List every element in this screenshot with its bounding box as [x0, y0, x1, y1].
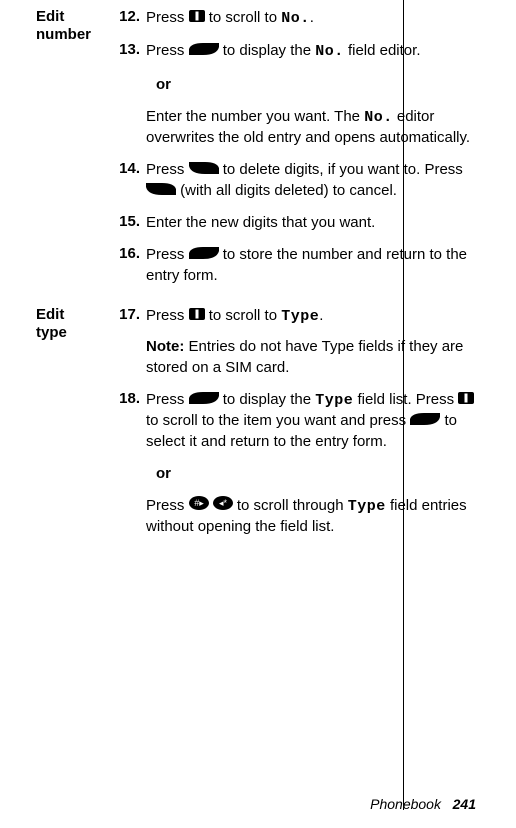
star-key-icon: ◂* — [213, 496, 233, 516]
svg-text:◂*: ◂* — [219, 498, 228, 508]
section-edit-number: Edit number 12. Press to scroll to No.. … — [36, 8, 476, 298]
scroll-key-icon — [189, 306, 205, 326]
step-number: 17. — [116, 306, 146, 378]
footer-page-number: 241 — [453, 796, 476, 812]
page-footer: Phonebook 241 — [370, 796, 476, 812]
right-softkey-icon — [189, 245, 219, 265]
step-number: 15. — [116, 213, 146, 233]
text: Press — [146, 9, 189, 26]
text: to display the — [223, 391, 316, 408]
text: . — [319, 307, 323, 324]
text: to scroll to — [209, 307, 282, 324]
step-number: 14. — [116, 160, 146, 201]
step-14: 14. Press to delete digits, if you want … — [116, 160, 476, 201]
field-name: No. — [281, 10, 310, 27]
step-body: Press to delete digits, if you want to. … — [146, 160, 476, 201]
heading-line2: number — [36, 26, 91, 43]
step-13: 13. Press to display the No. field edito… — [116, 41, 476, 148]
hash-key-icon: #▸ — [189, 496, 209, 516]
text: field editor. — [348, 42, 421, 59]
or-label: or — [156, 75, 476, 95]
heading-line2: type — [36, 324, 67, 341]
scroll-key-icon — [189, 8, 205, 28]
step-number: 13. — [116, 41, 146, 148]
text: to scroll through — [237, 497, 348, 514]
step-body: Press to scroll to No.. — [146, 8, 476, 29]
field-name: No. — [315, 43, 344, 60]
text: Press — [146, 42, 189, 59]
or-label: or — [156, 464, 476, 484]
text: Press — [146, 497, 189, 514]
step-number: 18. — [116, 390, 146, 538]
step-number: 16. — [116, 245, 146, 286]
text: Enter the number you want. The — [146, 108, 364, 125]
right-softkey-icon — [410, 411, 440, 431]
field-name: Type — [348, 498, 386, 515]
text: to scroll to — [209, 9, 282, 26]
text: to delete digits, if you want to. Press — [223, 162, 463, 179]
step-16: 16. Press to store the number and return… — [116, 245, 476, 286]
page: Edit number 12. Press to scroll to No.. … — [0, 0, 516, 828]
vertical-rule — [403, 0, 404, 810]
step-body: Press to display the Type field list. Pr… — [146, 390, 476, 538]
text: Press — [146, 391, 189, 408]
field-name: Type — [281, 308, 319, 325]
text: (with all digits deleted) to cancel. — [180, 182, 397, 199]
svg-text:#▸: #▸ — [194, 498, 204, 508]
note-label: Note: — [146, 338, 184, 355]
heading-line1: Edit — [36, 8, 64, 25]
side-heading-edit-number: Edit number — [36, 8, 116, 298]
footer-section: Phonebook — [370, 796, 441, 812]
text: field list. Press — [357, 391, 458, 408]
text: Press — [146, 246, 189, 263]
step-17: 17. Press to scroll to Type. Note: Entri… — [116, 306, 476, 378]
left-softkey-icon — [146, 181, 176, 201]
step-12: 12. Press to scroll to No.. — [116, 8, 476, 29]
field-name: Type — [315, 392, 353, 409]
text: . — [310, 9, 314, 26]
steps-edit-number: 12. Press to scroll to No.. 13. Press to… — [116, 8, 476, 298]
right-softkey-icon — [189, 41, 219, 61]
text: Enter the new digits that you want. — [146, 214, 375, 231]
field-name: No. — [364, 109, 393, 126]
step-15: 15. Enter the new digits that you want. — [116, 213, 476, 233]
left-softkey-icon — [189, 160, 219, 180]
text: Press — [146, 307, 189, 324]
step-body: Press to display the No. field editor. o… — [146, 41, 476, 148]
text: to display the — [223, 42, 316, 59]
text: Press — [146, 162, 189, 179]
heading-line1: Edit — [36, 306, 64, 323]
step-body: Press to scroll to Type. Note: Entries d… — [146, 306, 476, 378]
step-18: 18. Press to display the Type field list… — [116, 390, 476, 538]
step-body: Press to store the number and return to … — [146, 245, 476, 286]
step-body: Enter the new digits that you want. — [146, 213, 476, 233]
steps-edit-type: 17. Press to scroll to Type. Note: Entri… — [116, 306, 476, 550]
side-heading-edit-type: Edit type — [36, 306, 116, 550]
section-edit-type: Edit type 17. Press to scroll to Type. N… — [36, 306, 476, 550]
right-softkey-icon — [189, 390, 219, 410]
step-number: 12. — [116, 8, 146, 29]
note-text: Entries do not have Type fields if they … — [146, 338, 463, 375]
text: to scroll to the item you want and press — [146, 412, 410, 429]
scroll-key-icon — [458, 390, 474, 410]
